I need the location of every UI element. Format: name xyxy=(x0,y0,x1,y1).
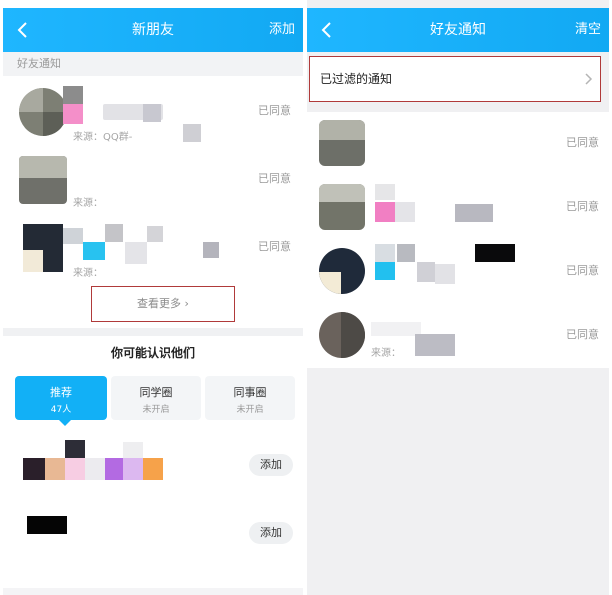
page-title: 新朋友 xyxy=(132,22,174,38)
see-more-button[interactable]: 查看更多 › xyxy=(91,286,235,322)
pixelated-image xyxy=(475,244,515,262)
status-accepted: 已同意 xyxy=(566,136,599,149)
avatar xyxy=(23,224,63,272)
add-friend-button[interactable]: 添加 xyxy=(269,8,295,52)
pixelated-image xyxy=(183,124,201,142)
avatar xyxy=(19,156,67,204)
suggestion-row[interactable]: 添加 xyxy=(3,432,303,500)
pixelated-image xyxy=(203,242,219,258)
pixelated-image xyxy=(417,262,435,282)
tab-label: 推荐 xyxy=(50,386,72,399)
pixelated-image xyxy=(143,104,161,122)
top-bar: 新朋友 添加 xyxy=(3,8,303,52)
tab-recommended[interactable]: 推荐 47人 xyxy=(15,376,107,426)
chevron-right-icon xyxy=(585,73,593,85)
pixelated-image xyxy=(63,228,83,244)
pixelated-image xyxy=(371,322,421,336)
pixelated-image xyxy=(143,458,163,480)
pixelated-image xyxy=(65,440,85,458)
pixelated-image xyxy=(375,244,395,262)
pixelated-image xyxy=(395,202,415,222)
filtered-notifications-row[interactable]: 已过滤的通知 xyxy=(309,56,601,102)
notification-row[interactable]: 已同意 xyxy=(307,176,609,240)
pixelated-image xyxy=(415,334,455,356)
status-accepted: 已同意 xyxy=(566,264,599,277)
notification-row[interactable]: 来源： 已同意 xyxy=(3,214,303,282)
pixelated-image xyxy=(65,458,85,480)
status-accepted: 已同意 xyxy=(258,104,291,117)
notification-source: 来源：QQ群- xyxy=(73,132,133,143)
avatar xyxy=(319,120,365,166)
tab-count: 47人 xyxy=(50,405,72,415)
status-accepted: 已同意 xyxy=(258,240,291,253)
pixelated-image xyxy=(123,458,143,480)
notification-row[interactable]: 来源： 已同意 xyxy=(307,304,609,368)
pixelated-image xyxy=(105,224,123,242)
pixelated-image xyxy=(125,242,147,264)
notification-source: 来源： xyxy=(371,348,401,359)
section-divider xyxy=(3,328,303,336)
status-accepted: 已同意 xyxy=(566,200,599,213)
pixelated-image xyxy=(85,458,105,480)
section-label-friend-notifications: 好友通知 xyxy=(3,52,303,76)
pixelated-image xyxy=(63,86,83,104)
avatar xyxy=(319,248,365,294)
pixelated-image xyxy=(83,242,105,260)
people-you-may-know-title: 你可能认识他们 xyxy=(110,346,195,360)
pixelated-image xyxy=(3,588,303,595)
suggestion-tabs: 推荐 47人 同学圈 未开启 同事圈 未开启 xyxy=(15,376,303,426)
pixelated-image xyxy=(123,442,143,458)
add-button[interactable]: 添加 xyxy=(249,454,293,476)
new-friends-screen: 新朋友 添加 好友通知 来源：QQ群- 已同意 来源： 已同意 来源： 已同意 … xyxy=(3,0,303,595)
avatar xyxy=(319,184,365,230)
friend-notifications-screen: 好友通知 清空 已过滤的通知 已同意 已同意 已同意 来源： 已同意 xyxy=(307,0,609,595)
notification-row[interactable]: 已同意 xyxy=(307,240,609,304)
page-title: 好友通知 xyxy=(430,22,486,38)
status-accepted: 已同意 xyxy=(566,328,599,341)
tab-classmates[interactable]: 同学圈 未开启 xyxy=(111,376,201,420)
status-accepted: 已同意 xyxy=(258,172,291,185)
pixelated-image xyxy=(455,204,493,222)
pixelated-image xyxy=(375,184,395,200)
notification-row[interactable]: 来源：QQ群- 已同意 xyxy=(3,78,303,146)
add-button[interactable]: 添加 xyxy=(249,522,293,544)
tab-colleagues[interactable]: 同事圈 未开启 xyxy=(205,376,295,420)
suggestion-row[interactable]: 添加 xyxy=(3,500,303,568)
pixelated-image xyxy=(63,104,83,124)
notification-source: 来源： xyxy=(73,268,103,279)
top-bar: 好友通知 清空 xyxy=(307,8,609,52)
pixelated-image xyxy=(435,264,455,284)
clear-button[interactable]: 清空 xyxy=(575,8,601,52)
pixelated-image xyxy=(375,202,395,222)
avatar xyxy=(319,312,365,358)
tab-status: 未开启 xyxy=(236,405,264,415)
notification-source: 来源： xyxy=(73,198,103,209)
avatar xyxy=(19,88,67,136)
tab-label: 同学圈 xyxy=(139,386,173,399)
pixelated-image xyxy=(105,458,123,480)
pixelated-image xyxy=(397,244,415,262)
pixelated-image xyxy=(147,226,163,242)
notification-row[interactable]: 已同意 xyxy=(307,112,609,176)
pixelated-image xyxy=(27,516,67,534)
notification-row[interactable]: 来源： 已同意 xyxy=(3,146,303,214)
screenshot-root: 新朋友 添加 好友通知 来源：QQ群- 已同意 来源： 已同意 来源： 已同意 … xyxy=(0,0,612,595)
pixelated-image xyxy=(23,458,45,480)
tab-status: 未开启 xyxy=(142,405,170,415)
filtered-notifications-label: 已过滤的通知 xyxy=(320,72,393,86)
pixelated-image xyxy=(45,458,65,480)
tab-label: 同事圈 xyxy=(233,386,267,399)
pixelated-image xyxy=(375,262,395,280)
